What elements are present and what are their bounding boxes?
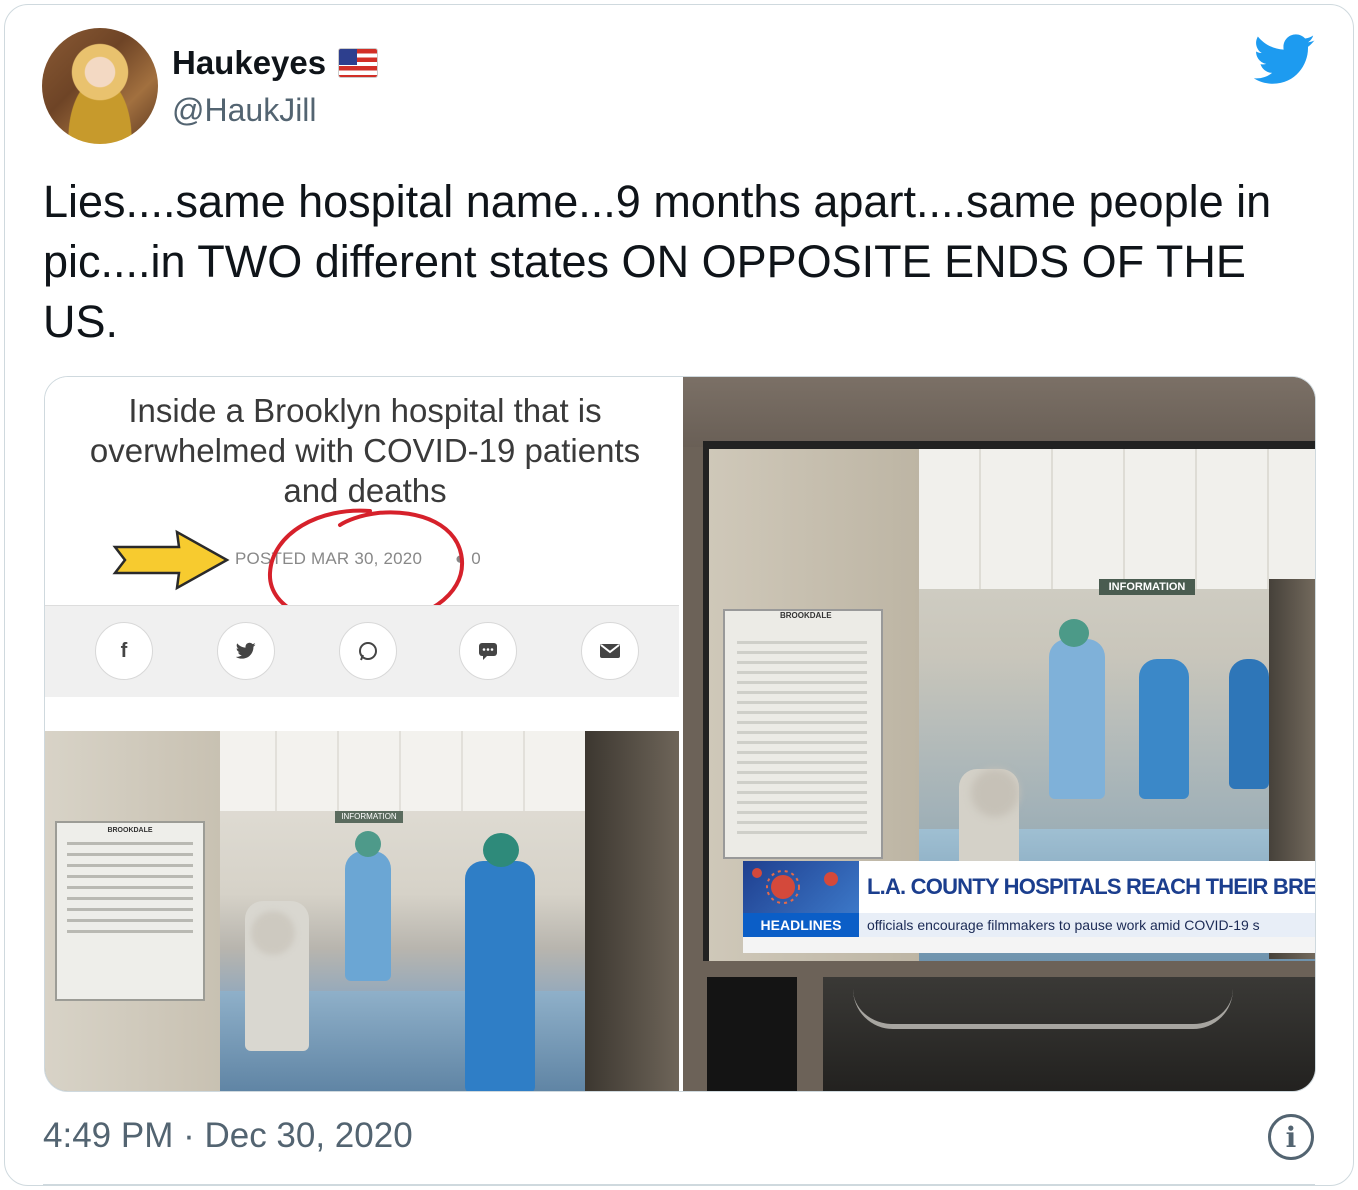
avatar[interactable] bbox=[42, 28, 158, 144]
user-handle[interactable]: @HaukJill bbox=[172, 92, 317, 129]
hospital-photo: BROOKDALE INFORMATION bbox=[45, 731, 679, 1091]
speaker bbox=[707, 977, 797, 1091]
wall: BROOKDALE bbox=[45, 731, 220, 1091]
share-bar: f bbox=[45, 605, 679, 697]
board-text bbox=[737, 641, 867, 841]
person-in-gown bbox=[1049, 639, 1105, 799]
info-icon[interactable]: i bbox=[1268, 1114, 1314, 1160]
person-head bbox=[355, 831, 381, 857]
whatsapp-icon[interactable] bbox=[339, 622, 397, 680]
media-grid[interactable]: Inside a Brooklyn hospital that is overw… bbox=[44, 376, 1316, 1092]
yellow-arrow-icon bbox=[112, 529, 230, 591]
board-label: BROOKDALE bbox=[780, 611, 832, 620]
tweet-text: Lies....same hospital name...9 months ap… bbox=[43, 176, 1272, 347]
room-wall bbox=[683, 377, 1315, 447]
tweet-timestamp[interactable]: 4:49 PM · Dec 30, 2020 bbox=[43, 1116, 413, 1156]
left-image[interactable]: Inside a Brooklyn hospital that is overw… bbox=[45, 377, 679, 1091]
twitter-icon[interactable] bbox=[217, 622, 275, 680]
twitter-bird-icon[interactable] bbox=[1254, 34, 1316, 86]
chyron-tag: HEADLINES bbox=[743, 913, 859, 937]
nurse-figure bbox=[465, 861, 535, 1091]
name-row: Haukeyes bbox=[172, 44, 379, 82]
door bbox=[585, 731, 679, 1091]
us-flag-icon bbox=[338, 48, 379, 78]
display-name[interactable]: Haukeyes bbox=[172, 44, 326, 82]
tv-stand bbox=[853, 989, 1233, 1029]
facebook-icon[interactable]: f bbox=[95, 622, 153, 680]
divider bbox=[43, 1184, 1315, 1186]
blurred-face bbox=[251, 911, 295, 955]
person-in-gown bbox=[345, 851, 391, 981]
information-sign: INFORMATION bbox=[1099, 579, 1195, 595]
information-sign: INFORMATION bbox=[335, 811, 403, 823]
notice-board: BROOKDALE bbox=[55, 821, 205, 1001]
article-title: Inside a Brooklyn hospital that is overw… bbox=[89, 392, 641, 509]
board-label: BROOKDALE bbox=[107, 827, 153, 834]
nurse-cap bbox=[483, 833, 519, 867]
news-chyron: L.A. COUNTY HOSPITALS REACH THEIR BREAKI… bbox=[743, 861, 1315, 953]
ceiling bbox=[909, 449, 1315, 589]
virus-graphic-icon bbox=[743, 861, 859, 913]
worker-figure bbox=[1139, 659, 1189, 799]
chyron-subtext: officials encourage filmmakers to pause … bbox=[859, 913, 1315, 937]
sms-icon[interactable] bbox=[459, 622, 517, 680]
comment-count-label: 0 bbox=[471, 549, 481, 568]
worker-figure bbox=[1229, 659, 1269, 789]
chyron-headline: L.A. COUNTY HOSPITALS REACH THEIR BREAKI… bbox=[859, 861, 1315, 913]
notice-board: BROOKDALE bbox=[723, 609, 883, 859]
person-head bbox=[1059, 619, 1089, 647]
blurred-face bbox=[971, 769, 1019, 817]
email-icon[interactable] bbox=[581, 622, 639, 680]
right-image[interactable]: BROOKDALE INFORMATION L.A. COUNTY HOSPIT… bbox=[683, 377, 1315, 1091]
